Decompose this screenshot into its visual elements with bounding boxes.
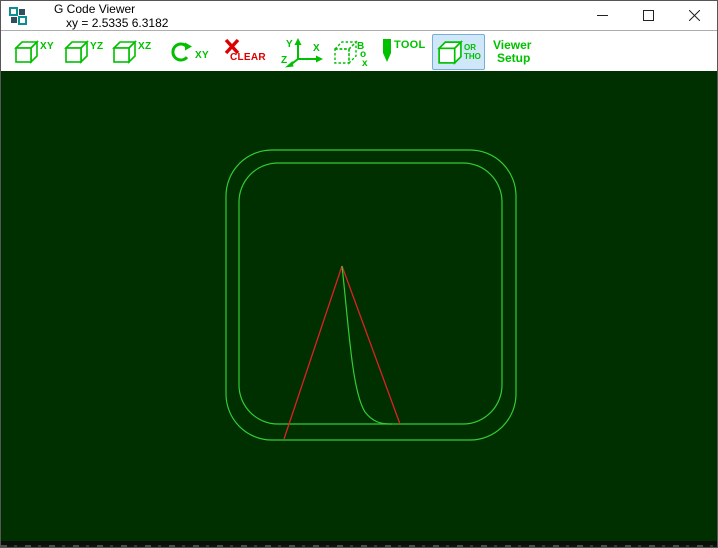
toolbar-button-ortho[interactable]: OR THO [432,34,485,70]
button-label: XZ [138,41,152,52]
axis-label-z: Z [281,55,287,66]
toolbar-button-axes[interactable]: Y X Z [281,36,325,68]
rotate-icon [171,42,192,62]
tool-icon [383,39,391,62]
close-button[interactable] [671,1,717,30]
cube-icon [113,41,136,63]
titlebar: G Code Viewer xy = 2.5335 6.3182 [1,1,717,31]
viewer-setup-line2: Setup [497,51,531,65]
bottom-window-edge [1,541,717,547]
toolpath-svg [225,149,517,441]
toolbar-button-viewer-setup[interactable]: Viewer Setup [493,39,531,65]
close-icon [688,10,700,21]
minimize-button[interactable] [579,1,625,30]
cube-icon [438,40,462,64]
button-label: CLEAR [230,52,266,63]
toolbar: XY YZ XZ XY CLEAR Y X Z B o x TOOL OR TH… [1,31,717,71]
button-label: YZ [90,41,104,52]
viewport-canvas[interactable] [1,71,717,541]
toolbar-button-view-yz[interactable]: YZ [63,40,103,64]
dashed-box-icon: B o x [333,40,368,68]
toolbar-button-clear[interactable]: CLEAR [223,38,266,63]
cube-icon [65,41,88,63]
toolbar-button-bounding-box[interactable]: B o x [331,38,369,68]
minimize-icon [596,15,608,16]
ortho-selected-state: OR THO [432,34,485,70]
window-controls [579,1,717,30]
axis-label-x: X [313,43,320,54]
xyz-axes-icon: Y X Z [281,38,323,68]
box-letter-x: x [362,58,368,68]
axis-label-y: Y [286,39,293,50]
button-label: TOOL [394,39,426,51]
toolbar-button-rotate-xy[interactable]: XY [169,40,209,64]
gcode-viewer-window: G Code Viewer xy = 2.5335 6.3182 XY YZ X… [0,0,718,548]
maximize-button[interactable] [625,1,671,30]
coordinate-readout: xy = 2.5335 6.3182 [66,15,169,30]
maximize-icon [642,10,654,21]
button-label: XY [40,41,54,52]
ortho-label-top: OR [464,43,476,52]
ortho-label-bottom: THO [464,52,481,61]
toolbar-button-view-xz[interactable]: XZ [111,40,151,64]
app-icon [9,6,27,25]
app-name: G Code Viewer [54,1,136,16]
cube-icon [15,41,38,63]
button-label: XY [195,50,209,61]
toolbar-button-view-xy[interactable]: XY [13,40,54,64]
toolbar-button-tool[interactable]: TOOL [381,38,426,64]
